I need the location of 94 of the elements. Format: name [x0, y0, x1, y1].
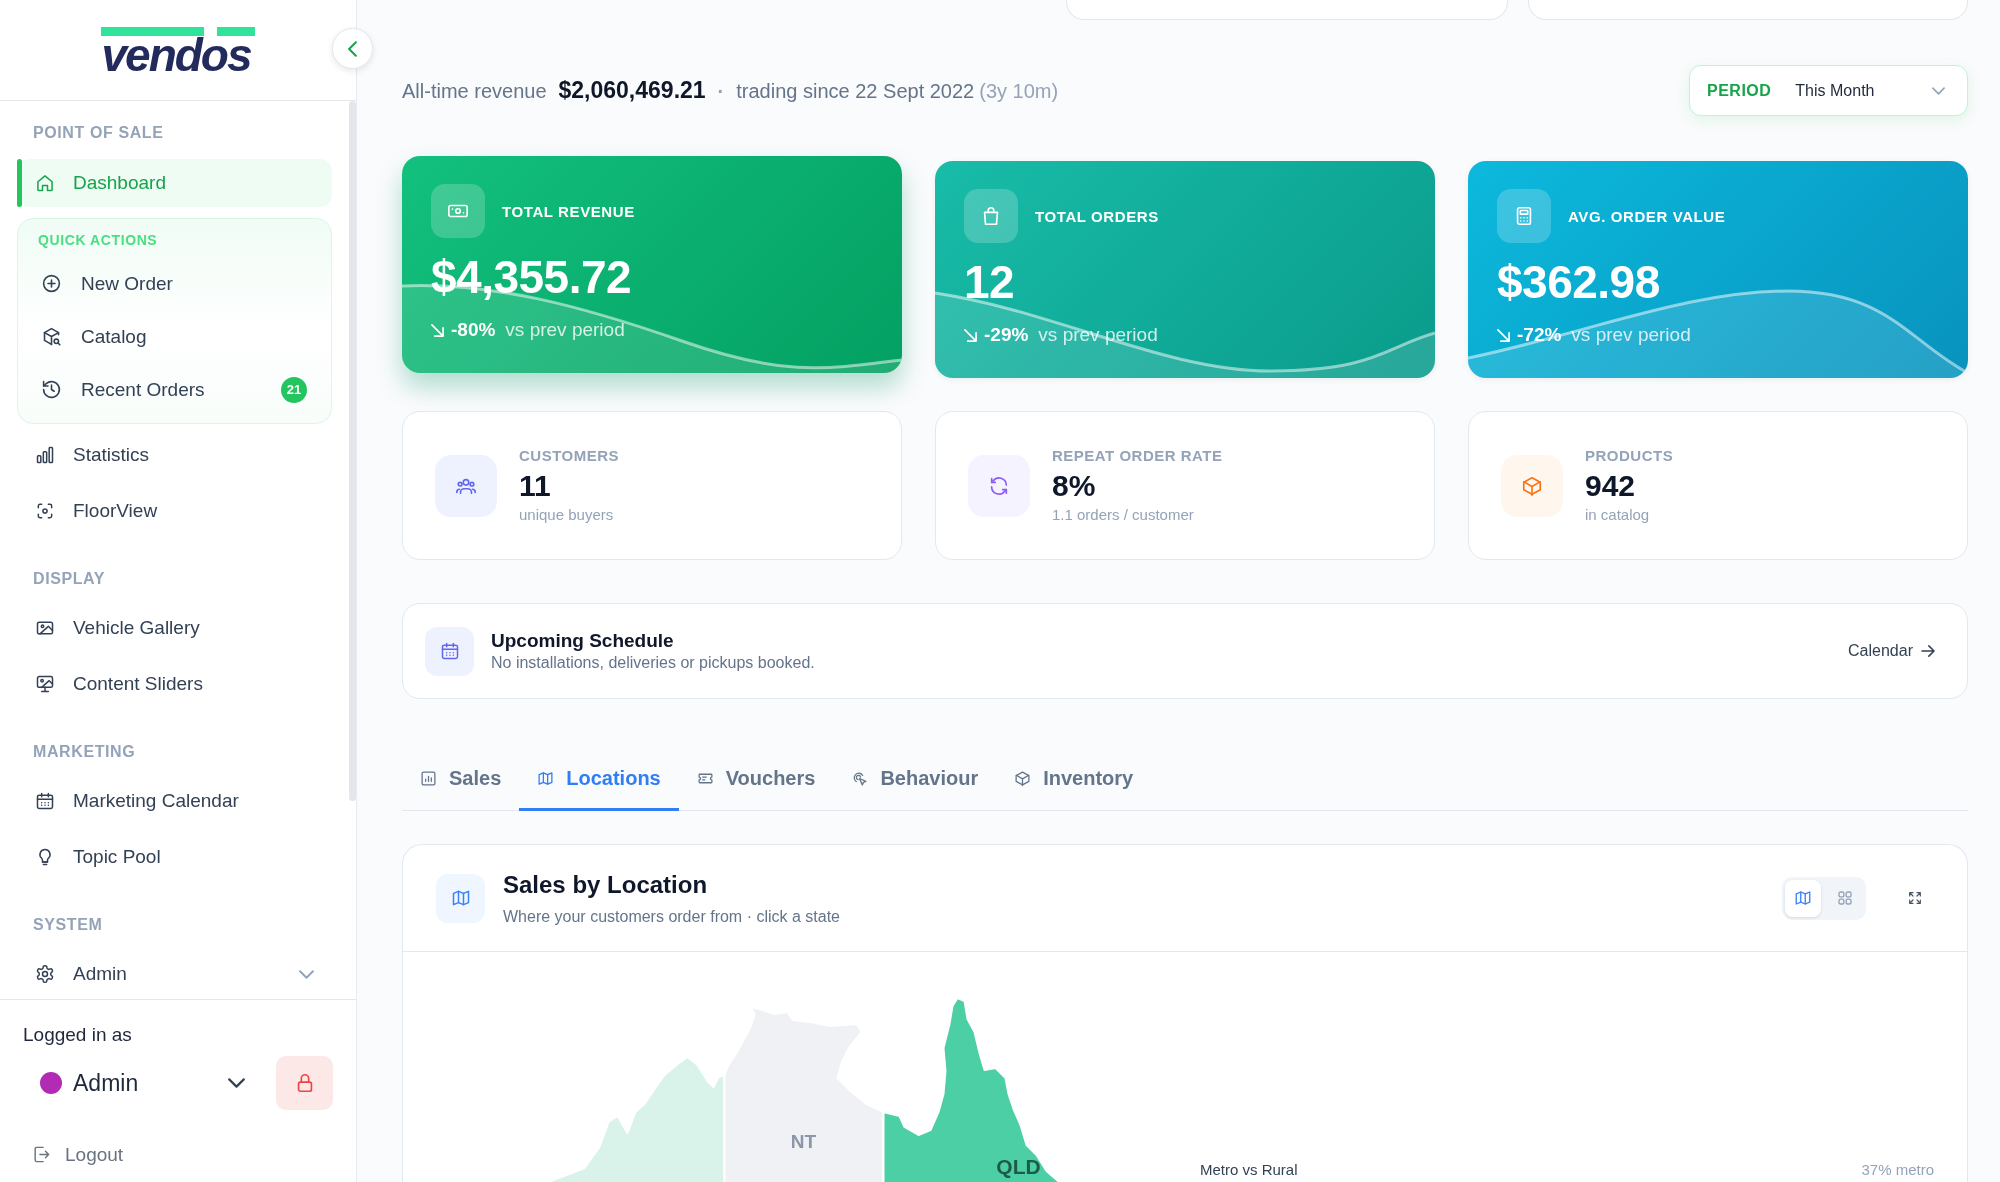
logo[interactable]: vendos [101, 26, 255, 74]
change-percent: -29% [984, 323, 1029, 347]
avatar [40, 1072, 62, 1094]
change-percent: -72% [1517, 323, 1562, 347]
comparison-text: vs prev period [505, 318, 625, 342]
panel-title: Sales by Location [503, 869, 708, 900]
nav-item[interactable]: Topic Pool [17, 833, 332, 881]
trading-since: trading since 22 Sept 2022 [736, 80, 975, 103]
nav-item[interactable]: FloorView [17, 487, 332, 535]
arrow-right-icon [1921, 645, 1935, 657]
nav-item[interactable]: Content Sliders [17, 660, 332, 708]
lock-button[interactable] [276, 1056, 333, 1110]
grid-icon [1836, 889, 1854, 907]
change-percent: -80% [451, 318, 496, 342]
section-heading: POINT OF SALE [32, 123, 165, 143]
trading-duration: (3y 10m) [979, 80, 1059, 103]
chart-icon [420, 769, 437, 787]
quick-action[interactable]: Catalog [28, 310, 321, 363]
metro-share: 37% metro [1861, 1160, 1934, 1180]
settings-icon [35, 964, 55, 984]
tab[interactable]: Behaviour [833, 748, 997, 811]
map-view-button[interactable] [1785, 879, 1821, 917]
quick-action[interactable]: Recent Orders 21 [28, 363, 321, 416]
map-icon [1794, 889, 1812, 907]
account-select[interactable]: Admin [23, 1056, 260, 1110]
group-heading: QUICK ACTIONS [37, 232, 159, 248]
stat-label: PRODUCTS [1585, 447, 1674, 465]
kpi-label: TOTAL REVENUE [502, 202, 635, 220]
section-heading: MARKETING [32, 742, 137, 762]
comparison-text: vs prev period [1571, 323, 1691, 347]
count-badge: 21 [281, 376, 307, 403]
tab[interactable]: Sales [402, 748, 520, 811]
cube-icon [1501, 454, 1563, 517]
calendar-icon [425, 626, 474, 676]
shopping-bag-icon [964, 189, 1018, 243]
refresh-icon [968, 454, 1030, 517]
section-heading: SYSTEM [32, 915, 104, 935]
state-region[interactable] [723, 1006, 885, 1182]
nav-item[interactable]: Statistics [17, 431, 332, 479]
panel-subtitle: Where your customers order from · click a state [503, 906, 840, 927]
section-heading: DISPLAY [32, 569, 107, 589]
monitor-image-icon [35, 674, 55, 694]
tab[interactable]: Vouchers [678, 748, 834, 811]
bar-chart-icon [35, 445, 55, 465]
scrollbar[interactable] [349, 101, 356, 801]
cube-icon [1014, 769, 1032, 787]
tab[interactable]: Inventory [996, 748, 1152, 811]
plus-circle-icon [41, 273, 62, 294]
revenue-value: $2,060,469.21 [558, 77, 706, 104]
metro-label: Metro vs Rural [1200, 1160, 1298, 1180]
expand-button[interactable] [1906, 889, 1924, 907]
chevron-left-icon [348, 40, 357, 57]
stat-value: 8% [1052, 469, 1096, 503]
logout-icon [32, 1145, 51, 1164]
stat-value: 11 [519, 469, 551, 503]
kpi-value: 12 [964, 256, 1015, 308]
state-label: NT [790, 1131, 817, 1152]
home-icon [35, 173, 55, 193]
nav-item[interactable]: Admin [17, 950, 332, 998]
calculator-icon [1497, 189, 1551, 243]
stat-label: REPEAT ORDER RATE [1052, 447, 1223, 465]
stat-value: 942 [1585, 469, 1636, 503]
kpi-value: $4,355.72 [431, 251, 632, 303]
kpi-value: $362.98 [1497, 256, 1660, 308]
revenue-label: All-time revenue [402, 80, 547, 103]
scan-icon [35, 501, 55, 521]
calendar-icon [35, 791, 55, 811]
comparison-text: vs prev period [1038, 323, 1158, 347]
box-search-icon [41, 326, 62, 347]
stat-caption: unique buyers [519, 506, 614, 524]
kpi-label: AVG. ORDER VALUE [1568, 207, 1726, 225]
separator: · [717, 80, 725, 103]
stat-caption: in catalog [1585, 506, 1650, 524]
period-select[interactable]: PERIOD This Month [1689, 65, 1968, 116]
banknote-icon [431, 184, 485, 238]
nav-item[interactable]: Marketing Calendar [17, 777, 332, 825]
map-icon [537, 769, 555, 787]
users-icon [435, 454, 497, 517]
tab[interactable]: Locations [519, 748, 679, 811]
calendar-link[interactable]: Calendar [1848, 642, 1935, 660]
state-label: QLD [996, 1154, 1041, 1178]
logout-link[interactable]: Logout [23, 1131, 124, 1178]
nav-item[interactable]: Vehicle Gallery [17, 604, 332, 652]
schedule-message: No installations, deliveries or pickups booked. [491, 653, 815, 673]
map-icon [436, 873, 485, 923]
history-icon [41, 379, 62, 400]
image-icon [35, 618, 55, 638]
kpi-label: TOTAL ORDERS [1035, 207, 1159, 225]
expand-icon [1907, 890, 1923, 906]
schedule-title: Upcoming Schedule [491, 629, 674, 652]
account-caption: Logged in as [23, 1023, 133, 1047]
quick-action[interactable]: New Order [28, 257, 321, 310]
stat-label: CUSTOMERS [519, 447, 620, 465]
stat-caption: 1.1 orders / customer [1052, 506, 1194, 524]
